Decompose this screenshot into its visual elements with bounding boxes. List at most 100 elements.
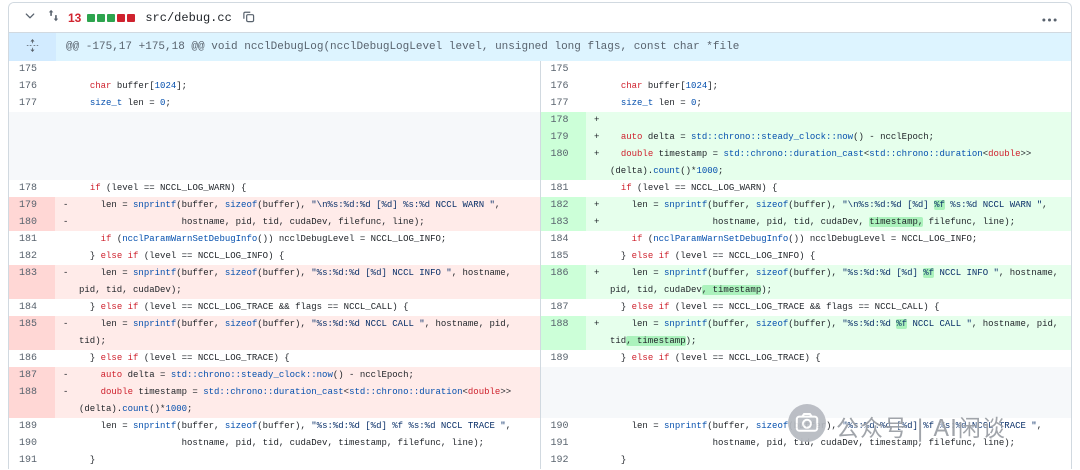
diff-row: 190 hostname, pid, tid, cudaDev, timesta…	[9, 435, 1071, 452]
line-number-cell[interactable]: 189	[9, 418, 55, 435]
code-cell: - double timestamp = std::chrono::durati…	[55, 384, 540, 418]
file-diff-icon	[47, 9, 60, 27]
chevron-down-icon	[23, 9, 37, 26]
line-number-cell[interactable]: 188	[9, 384, 55, 418]
code-line: len = snprintf(buffer, sizeof(buffer), "…	[610, 268, 1064, 295]
line-number-cell[interactable]: 182	[9, 248, 55, 265]
code-line: } else if (level == NCCL_LOG_TRACE) {	[610, 353, 821, 363]
diff-row: 177 size_t len = 0; 177 size_t len = 0;	[9, 95, 1071, 112]
diffstat-block-add	[107, 13, 116, 22]
line-number-cell[interactable]: 179	[539, 129, 586, 146]
line-number-cell[interactable]: 177	[539, 95, 586, 112]
code-line: size_t len = 0;	[620, 98, 702, 108]
line-number-cell[interactable]: 175	[9, 61, 55, 78]
line-number-cell	[9, 146, 55, 180]
line-number-cell[interactable]: 187	[9, 367, 55, 384]
code-line: len = snprintf(buffer, sizeof(buffer), "…	[610, 421, 1043, 431]
code-cell: - hostname, pid, tid, cudaDev, filefunc,…	[55, 214, 540, 231]
code-cell: + double timestamp = std::chrono::durati…	[586, 146, 1071, 180]
diffstat-block-del	[127, 13, 136, 22]
line-number-cell[interactable]: 176	[539, 78, 586, 95]
diff-row: 184 } else if (level == NCCL_LOG_TRACE &…	[9, 299, 1071, 316]
code-cell: size_t len = 0;	[55, 95, 540, 112]
code-cell	[55, 112, 540, 129]
diff-marker: +	[594, 200, 600, 210]
line-number-cell[interactable]: 177	[9, 95, 55, 112]
line-number-cell[interactable]: 186	[539, 265, 586, 299]
diff-marker: -	[63, 370, 69, 380]
line-number-cell[interactable]: 191	[539, 435, 586, 452]
line-number-cell	[539, 384, 586, 418]
line-number-cell[interactable]: 185	[539, 248, 586, 265]
line-number-cell[interactable]: 184	[9, 299, 55, 316]
line-number-cell	[9, 129, 55, 146]
diffstat-block-add	[87, 13, 96, 22]
code-cell: }	[55, 452, 540, 469]
copy-path-button[interactable]	[240, 8, 257, 28]
line-number-cell[interactable]: 186	[9, 350, 55, 367]
code-cell: hostname, pid, tid, cudaDev, timestamp, …	[55, 435, 540, 452]
line-number-cell[interactable]: 180	[9, 214, 55, 231]
code-cell: } else if (level == NCCL_LOG_TRACE && fl…	[586, 299, 1071, 316]
line-number-cell[interactable]: 179	[9, 197, 55, 214]
diff-row: 179 + auto delta = std::chrono::steady_cl…	[9, 129, 1071, 146]
code-cell: } else if (level == NCCL_LOG_TRACE) {	[586, 350, 1071, 367]
diff-row: 179- len = snprintf(buffer, sizeof(buffe…	[9, 197, 1071, 214]
split-diff-table: 175 175 176 char buffer[1024]; 176 char buf…	[9, 61, 1071, 469]
code-cell: + auto delta = std::chrono::steady_clock…	[586, 129, 1071, 146]
file-header: 13 src/debug.cc	[9, 3, 1071, 33]
code-cell: } else if (level == NCCL_LOG_INFO) {	[55, 248, 540, 265]
expand-hunk-button[interactable]	[9, 33, 56, 61]
line-number-cell[interactable]: 185	[9, 316, 55, 350]
line-number-cell[interactable]: 188	[539, 316, 586, 350]
code-line: double timestamp = std::chrono::duration…	[610, 149, 1037, 176]
code-cell: if (level == NCCL_LOG_WARN) {	[55, 180, 540, 197]
line-number-cell[interactable]: 181	[539, 180, 586, 197]
diff-row: 178 if (level == NCCL_LOG_WARN) {181 if …	[9, 180, 1071, 197]
line-number-cell[interactable]: 178	[9, 180, 55, 197]
kebab-icon	[1042, 10, 1057, 25]
code-cell: if (ncclParamWarnSetDebugInfo()) ncclDeb…	[586, 231, 1071, 248]
diff-row: 181 if (ncclParamWarnSetDebugInfo()) ncc…	[9, 231, 1071, 248]
diff-row: 176 char buffer[1024]; 176 char buffer[10…	[9, 78, 1071, 95]
line-number-cell[interactable]: 175	[539, 61, 586, 78]
line-number-cell[interactable]: 178	[539, 112, 586, 129]
code-line: hostname, pid, tid, cudaDev, timestamp, …	[610, 217, 1016, 227]
code-line: } else if (level == NCCL_LOG_TRACE && fl…	[610, 302, 940, 312]
code-line: if (ncclParamWarnSetDebugInfo()) ncclDeb…	[100, 234, 447, 244]
line-number-cell[interactable]: 183	[539, 214, 586, 231]
code-line: auto delta = std::chrono::steady_clock::…	[100, 370, 414, 380]
diff-marker: +	[594, 268, 600, 278]
diffstat: 13	[68, 11, 136, 25]
diff-row: 187- auto delta = std::chrono::steady_cl…	[9, 367, 1071, 384]
file-options-button[interactable]	[1040, 8, 1059, 27]
line-number-cell[interactable]: 192	[539, 452, 586, 469]
code-line: len = snprintf(buffer, sizeof(buffer), "…	[610, 200, 1048, 210]
diff-marker: -	[63, 387, 69, 397]
code-cell: if (ncclParamWarnSetDebugInfo()) ncclDeb…	[55, 231, 540, 248]
line-number-cell[interactable]: 183	[9, 265, 55, 299]
unfold-icon	[26, 39, 39, 55]
line-number-cell[interactable]: 189	[539, 350, 586, 367]
line-number-cell[interactable]: 181	[9, 231, 55, 248]
code-line: len = snprintf(buffer, sizeof(buffer), "…	[79, 200, 501, 210]
line-number-cell[interactable]: 176	[9, 78, 55, 95]
line-number-cell[interactable]: 184	[539, 231, 586, 248]
collapse-file-button[interactable]	[21, 7, 39, 28]
line-number-cell[interactable]: 187	[539, 299, 586, 316]
line-number-cell[interactable]: 191	[9, 452, 55, 469]
diff-marker: +	[594, 132, 600, 142]
code-line: char buffer[1024];	[89, 81, 188, 91]
diffstat-blocks	[87, 13, 136, 22]
line-number-cell[interactable]: 180	[539, 146, 586, 180]
code-line: len = snprintf(buffer, sizeof(buffer), "…	[79, 421, 512, 431]
line-number-cell[interactable]: 182	[539, 197, 586, 214]
line-number-cell[interactable]: 190	[539, 418, 586, 435]
code-cell: hostname, pid, tid, cudaDev, timestamp, …	[586, 435, 1071, 452]
line-number-cell[interactable]: 190	[9, 435, 55, 452]
